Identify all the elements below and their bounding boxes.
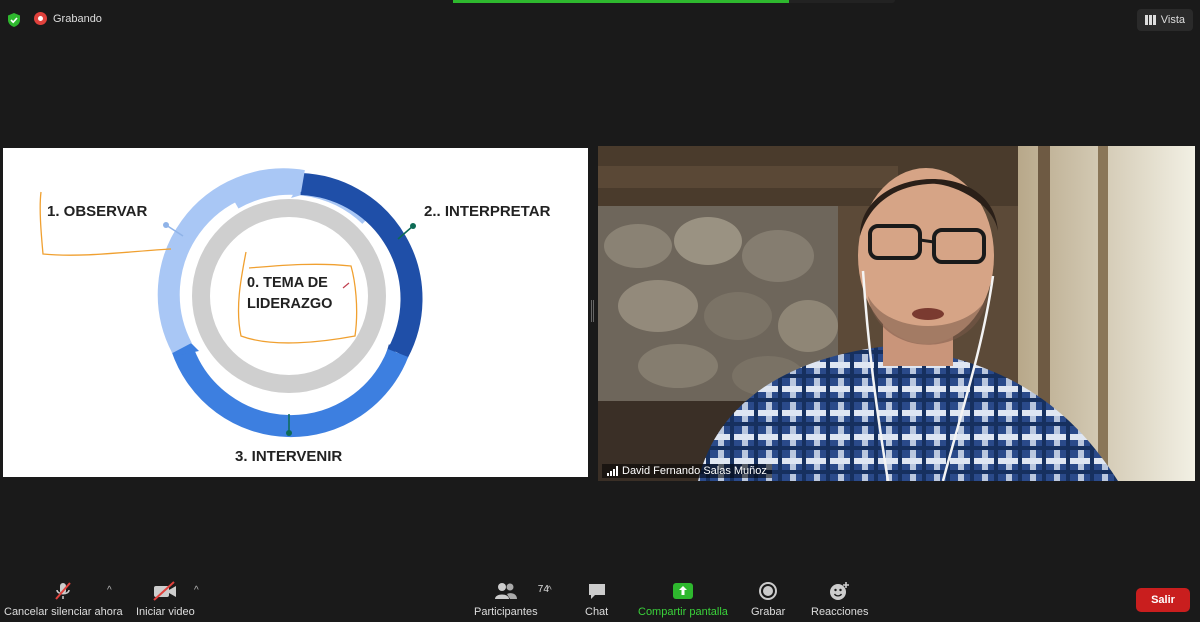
- shield-icon[interactable]: [6, 12, 22, 28]
- leave-button[interactable]: Salir: [1136, 588, 1190, 612]
- panel-resize-handle[interactable]: [591, 300, 595, 322]
- chat-icon: [587, 580, 607, 602]
- center-topic-line1: 0. TEMA DE: [247, 275, 328, 291]
- screen-share-indicator-fill: [453, 0, 789, 3]
- record-icon: [758, 580, 778, 602]
- step-interpretar: 2.. INTERPRETAR: [424, 203, 551, 220]
- share-screen-button[interactable]: Compartir pantalla: [638, 580, 728, 618]
- record-button[interactable]: Grabar: [751, 580, 785, 618]
- participants-button[interactable]: 74 Participantes: [474, 580, 549, 618]
- participant-video-frame: [598, 146, 1195, 481]
- participant-video[interactable]: David Fernando Salas Muñoz: [598, 146, 1195, 481]
- recording-icon: [34, 12, 47, 25]
- start-video-label: Iniciar video: [136, 606, 195, 618]
- step-observar: 1. OBSERVAR: [47, 203, 148, 220]
- center-topic: 0. TEMA DE LIDERAZGO: [247, 273, 357, 315]
- participants-options-chevron-up-icon[interactable]: ^: [547, 585, 552, 596]
- view-button[interactable]: Vista: [1136, 9, 1193, 31]
- unmute-button[interactable]: Cancelar silenciar ahora: [4, 580, 123, 618]
- recording-label: Grabando: [53, 12, 102, 25]
- audio-options-chevron-up-icon[interactable]: ^: [107, 585, 112, 596]
- start-video-button[interactable]: Iniciar video: [136, 580, 195, 618]
- view-label: Vista: [1160, 14, 1185, 26]
- chat-button[interactable]: Chat: [585, 580, 608, 618]
- reactions-label: Reacciones: [811, 606, 869, 618]
- chat-label: Chat: [585, 606, 609, 618]
- participants-label: Participantes: [474, 606, 538, 618]
- unmute-label: Cancelar silenciar ahora: [4, 606, 123, 618]
- participant-name-tag: David Fernando Salas Muñoz: [602, 464, 772, 478]
- grid-view-icon: [1144, 15, 1156, 25]
- record-label: Grabar: [751, 606, 786, 618]
- video-off-icon: [152, 580, 178, 602]
- shared-screen[interactable]: 1. OBSERVAR 2.. INTERPRETAR 3. INTERVENI…: [3, 148, 588, 477]
- reactions-button[interactable]: Reacciones: [811, 580, 868, 618]
- video-options-chevron-up-icon[interactable]: ^: [194, 585, 199, 596]
- share-screen-label: Compartir pantalla: [638, 606, 728, 618]
- center-topic-line2: LIDERAZGO: [247, 296, 333, 312]
- connection-signal-icon: [607, 466, 618, 476]
- microphone-muted-icon: [52, 580, 74, 602]
- participants-icon: 74: [494, 580, 549, 602]
- recording-indicator[interactable]: Grabando: [34, 12, 102, 25]
- participant-name: David Fernando Salas Muñoz: [622, 465, 767, 477]
- top-bar: Grabando Vista: [0, 0, 1200, 40]
- screen-share-indicator[interactable]: [453, 0, 895, 3]
- annotation-observar: [39, 191, 172, 256]
- share-screen-icon: [672, 580, 694, 602]
- smiley-add-icon: [829, 580, 851, 602]
- step-intervenir: 3. INTERVENIR: [235, 448, 343, 465]
